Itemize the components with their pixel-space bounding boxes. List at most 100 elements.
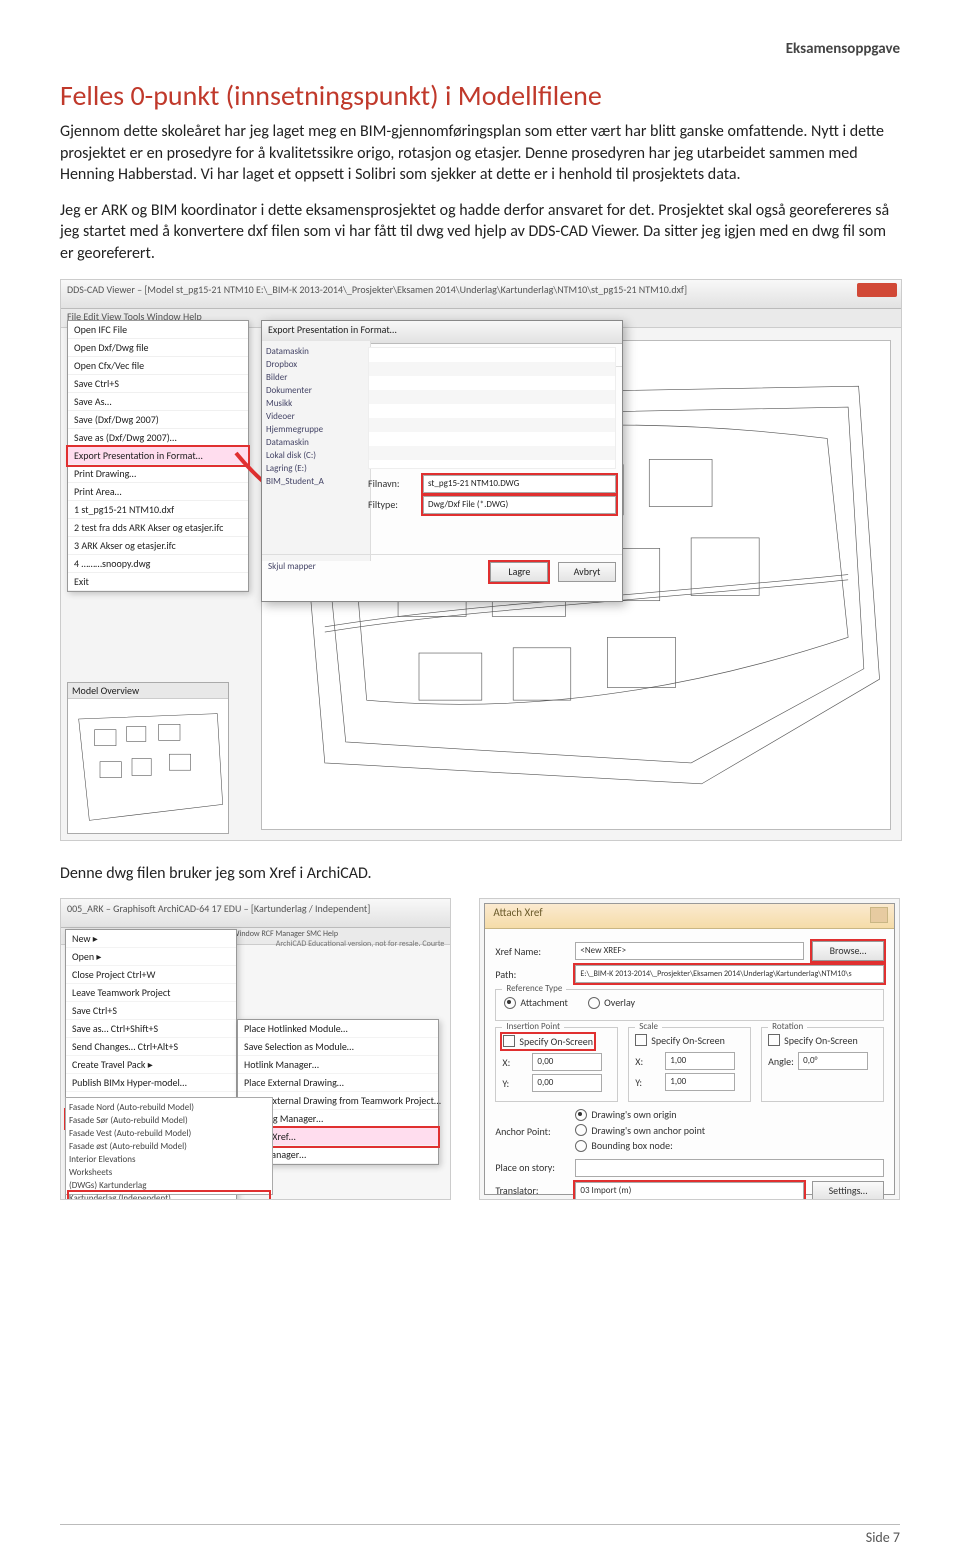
- file-menu[interactable]: Open IFC File Open Dxf/Dwg file Open Cfx…: [67, 320, 249, 592]
- menu-item[interactable]: 3 ARK Akser og etasjer.ifc: [68, 537, 248, 555]
- dialog-main: Filnavn: st_pg15-21 NTM10.DWG Filtype: D…: [362, 341, 622, 561]
- figures-row: 005_ARK – Graphisoft ArchiCAD-64 17 EDU …: [60, 898, 900, 1200]
- menu-item[interactable]: Place Hotlinked Module…: [238, 1020, 438, 1038]
- attach-xref-dialog: Attach Xref Xref Name: <New XREF> Browse…: [484, 903, 895, 1195]
- menu-item[interactable]: Leave Teamwork Project: [66, 984, 236, 1002]
- filename-input[interactable]: st_pg15-21 NTM10.DWG: [423, 475, 616, 493]
- menu-item[interactable]: Publish BIMx Hyper-model…: [66, 1074, 236, 1092]
- group-title: Insertion Point: [502, 1021, 564, 1032]
- dialog-sidebar[interactable]: Datamaskin Dropbox Bilder Dokumenter Mus…: [262, 341, 371, 561]
- menu-item[interactable]: New ▸: [66, 930, 236, 948]
- checkbox-specify-insertion[interactable]: Specify On-Screen: [502, 1034, 594, 1049]
- radio-overlay[interactable]: Overlay: [588, 996, 635, 1009]
- folder-item[interactable]: Lokal disk (C:): [266, 449, 366, 462]
- menu-item[interactable]: Save as… Ctrl+Shift+S: [66, 1020, 236, 1038]
- x-input[interactable]: 0,00: [532, 1053, 602, 1071]
- folder-item[interactable]: Hjemmegruppe: [266, 423, 366, 436]
- menu-item[interactable]: Close Project Ctrl+W: [66, 966, 236, 984]
- folder-item[interactable]: Datamaskin: [266, 436, 366, 449]
- radio-anchor-origin[interactable]: Drawing's own origin: [575, 1108, 676, 1121]
- figure-archicad-menu: 005_ARK – Graphisoft ArchiCAD-64 17 EDU …: [60, 898, 451, 1200]
- folder-item[interactable]: Dropbox: [266, 358, 366, 371]
- paragraph-1: Gjennom dette skoleåret har jeg laget me…: [60, 121, 900, 186]
- menu-item[interactable]: Hotlink Manager…: [238, 1056, 438, 1074]
- hide-folders-link[interactable]: Skjul mapper: [268, 561, 316, 572]
- folder-item[interactable]: Videoer: [266, 410, 366, 423]
- menu-item[interactable]: Open Dxf/Dwg file: [68, 339, 248, 357]
- menu-item[interactable]: Exit: [68, 573, 248, 591]
- scale-y-input[interactable]: 1,00: [665, 1073, 735, 1091]
- nav-item[interactable]: Fasade øst (Auto-rebuild Model): [69, 1140, 269, 1153]
- nav-item[interactable]: Fasade Sør (Auto-rebuild Model): [69, 1114, 269, 1127]
- dialog-title-text: Attach Xref: [493, 906, 542, 919]
- paragraph-2: Jeg er ARK og BIM koordinator i dette ek…: [60, 200, 900, 265]
- window-titlebar: DDS-CAD Viewer – [Model st_pg15-21 NTM10…: [61, 280, 901, 309]
- edu-note: ArchiCAD Educational version, not for re…: [276, 939, 445, 949]
- menu-item-export[interactable]: Export Presentation in Format…: [68, 447, 248, 465]
- rotation-group: Rotation Specify On-Screen Angle:0,0°: [761, 1027, 884, 1103]
- dialog-title: Attach Xref: [485, 904, 894, 929]
- help-icon[interactable]: [870, 907, 888, 923]
- save-button[interactable]: Lagre: [490, 562, 548, 582]
- menu-item[interactable]: Open IFC File: [68, 321, 248, 339]
- menu-item[interactable]: Save Ctrl+S: [66, 1002, 236, 1020]
- nav-item[interactable]: Interior Elevations: [69, 1153, 269, 1166]
- menu-item[interactable]: Save as (Dxf/Dwg 2007)…: [68, 429, 248, 447]
- menu-item[interactable]: 1 st_pg15-21 NTM10.dxf: [68, 501, 248, 519]
- y-input[interactable]: 0,00: [532, 1074, 602, 1092]
- menu-item[interactable]: 2 test fra dds ARK Akser og etasjer.ifc: [68, 519, 248, 537]
- page-footer: Side 7: [60, 1524, 900, 1546]
- nav-item[interactable]: Fasade Vest (Auto-rebuild Model): [69, 1127, 269, 1140]
- place-on-story-select[interactable]: [575, 1159, 884, 1177]
- group-title: Rotation: [768, 1021, 807, 1032]
- translator-label: Translator:: [495, 1184, 575, 1197]
- header-label: Eksamensoppgave: [60, 40, 900, 58]
- menu-item[interactable]: 4 ………snoopy.dwg: [68, 555, 248, 573]
- place-on-story-label: Place on story:: [495, 1161, 575, 1174]
- xref-name-select[interactable]: <New XREF>: [575, 942, 804, 960]
- checkbox-specify-rotation[interactable]: Specify On-Screen: [768, 1034, 858, 1047]
- menu-item[interactable]: Print Area…: [68, 483, 248, 501]
- nav-item[interactable]: (DWGs) Kartunderlag: [69, 1179, 269, 1192]
- radio-anchor-point[interactable]: Drawing's own anchor point: [575, 1124, 705, 1137]
- close-icon[interactable]: [857, 283, 897, 297]
- nav-item[interactable]: Worksheets: [69, 1166, 269, 1179]
- menu-item[interactable]: Send Changes… Ctrl+Alt+S: [66, 1038, 236, 1056]
- angle-input[interactable]: 0,0°: [798, 1052, 868, 1070]
- nav-item[interactable]: Fasade Nord (Auto-rebuild Model): [69, 1101, 269, 1114]
- menu-item[interactable]: Place External Drawing…: [238, 1074, 438, 1092]
- navigator-panel[interactable]: Fasade Nord (Auto-rebuild Model) Fasade …: [65, 1097, 273, 1195]
- filetype-select[interactable]: Dwg/Dxf File (*.DWG): [423, 496, 616, 514]
- radio-attachment[interactable]: Attachment: [504, 996, 568, 1009]
- menu-item[interactable]: Open Cfx/Vec file: [68, 357, 248, 375]
- menu-item[interactable]: Save Ctrl+S: [68, 375, 248, 393]
- menu-item[interactable]: Save As…: [68, 393, 248, 411]
- folder-item[interactable]: Lagring (E:): [266, 462, 366, 475]
- menu-item[interactable]: Open ▸: [66, 948, 236, 966]
- model-overview-panel: Model Overview: [67, 682, 229, 834]
- file-list[interactable]: [368, 347, 616, 469]
- model-overview-title: Model Overview: [68, 683, 228, 699]
- translator-select[interactable]: 03 Import (m): [575, 1182, 804, 1200]
- xref-name-label: Xref Name:: [495, 945, 575, 958]
- dialog-footer: Skjul mapper Lagre Avbryt: [262, 554, 622, 601]
- settings-button[interactable]: Settings…: [812, 1181, 884, 1201]
- browse-button[interactable]: Browse…: [812, 941, 884, 961]
- menu-item[interactable]: Create Travel Pack ▸: [66, 1056, 236, 1074]
- menu-item[interactable]: Print Drawing…: [68, 465, 248, 483]
- path-label: Path:: [495, 968, 575, 981]
- folder-item[interactable]: Dokumenter: [266, 384, 366, 397]
- folder-item[interactable]: Datamaskin: [266, 345, 366, 358]
- folder-item[interactable]: Bilder: [266, 371, 366, 384]
- nav-item-kartunderlag[interactable]: Kartunderlag (Independent): [69, 1192, 269, 1200]
- menu-item[interactable]: Save (Dxf/Dwg 2007): [68, 411, 248, 429]
- folder-item[interactable]: Musikk: [266, 397, 366, 410]
- cancel-button[interactable]: Avbryt: [558, 562, 616, 582]
- scale-x-input[interactable]: 1,00: [665, 1052, 735, 1070]
- radio-bbox-node[interactable]: Bounding box node:: [575, 1139, 672, 1152]
- menu-item[interactable]: Save Selection as Module…: [238, 1038, 438, 1056]
- checkbox-specify-scale[interactable]: Specify On-Screen: [635, 1034, 725, 1047]
- folder-item[interactable]: BIM_Student_A: [266, 475, 366, 488]
- anchor-label: Anchor Point:: [495, 1125, 575, 1138]
- section-heading: Felles 0-punkt (innsetningspunkt) i Mode…: [60, 78, 900, 113]
